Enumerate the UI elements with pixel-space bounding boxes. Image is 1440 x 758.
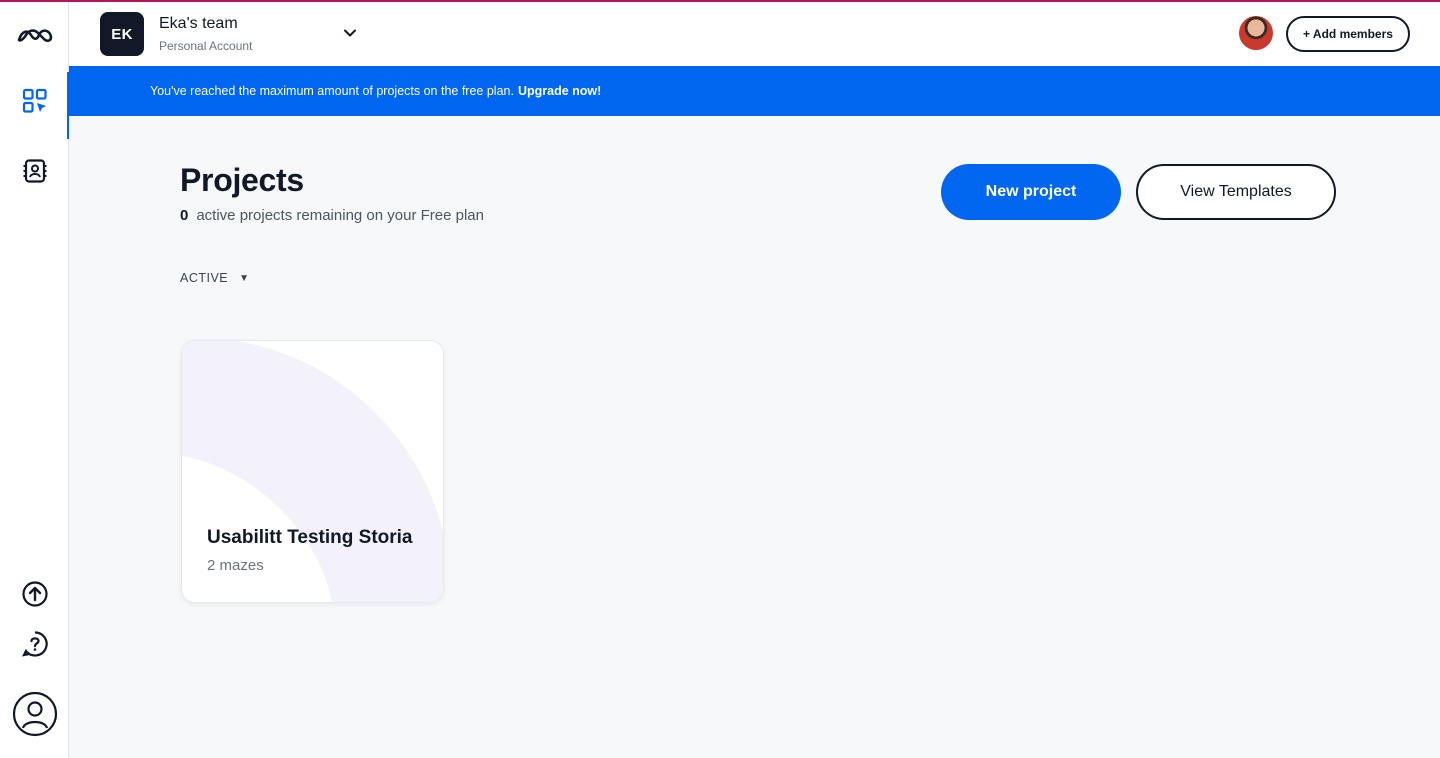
- add-members-button[interactable]: + Add members: [1286, 16, 1410, 52]
- help-icon: [21, 631, 48, 657]
- chevron-down-icon[interactable]: [341, 24, 359, 42]
- view-templates-button[interactable]: View Templates: [1136, 164, 1336, 220]
- remaining-text: active projects remaining on your Free p…: [196, 207, 484, 224]
- upgrade-arrow-icon: [21, 581, 48, 607]
- free-plan-banner: You've reached the maximum amount of pro…: [69, 66, 1440, 116]
- project-card[interactable]: Usabilitt Testing Storia 2 mazes: [181, 340, 444, 603]
- projects-grid-icon: [22, 88, 47, 113]
- contacts-book-icon: [23, 159, 46, 183]
- sidebar-item-profile[interactable]: [0, 691, 69, 737]
- top-header: EK Eka's team Personal Account + Add mem…: [69, 2, 1440, 66]
- page-title: Projects: [180, 162, 304, 198]
- sidebar-item-help[interactable]: [0, 629, 69, 659]
- status-filter-label: ACTIVE: [180, 271, 229, 285]
- sidebar: [0, 2, 69, 758]
- status-filter-dropdown[interactable]: ACTIVE ▼: [180, 271, 250, 285]
- project-name: Usabilitt Testing Storia: [207, 527, 413, 548]
- sidebar-item-upgrade[interactable]: [0, 579, 69, 609]
- project-maze-count: 2 mazes: [207, 557, 264, 574]
- sidebar-item-projects[interactable]: [0, 72, 69, 139]
- maze-logo-button[interactable]: [0, 20, 69, 50]
- banner-message: You've reached the maximum amount of pro…: [150, 84, 514, 98]
- caret-down-icon: ▼: [239, 272, 250, 284]
- account-type-label: Personal Account: [159, 39, 253, 53]
- user-avatar-photo[interactable]: [1239, 16, 1273, 50]
- new-project-button[interactable]: New project: [941, 164, 1121, 220]
- team-avatar[interactable]: EK: [100, 12, 144, 56]
- sidebar-item-contacts[interactable]: [0, 156, 69, 186]
- upgrade-now-link[interactable]: Upgrade now!: [518, 84, 601, 98]
- user-profile-icon: [12, 691, 57, 737]
- maze-logo-icon: [17, 29, 52, 43]
- team-name[interactable]: Eka's team: [159, 15, 238, 33]
- remaining-count: 0: [180, 207, 189, 224]
- projects-remaining: 0 active projects remaining on your Free …: [180, 207, 484, 224]
